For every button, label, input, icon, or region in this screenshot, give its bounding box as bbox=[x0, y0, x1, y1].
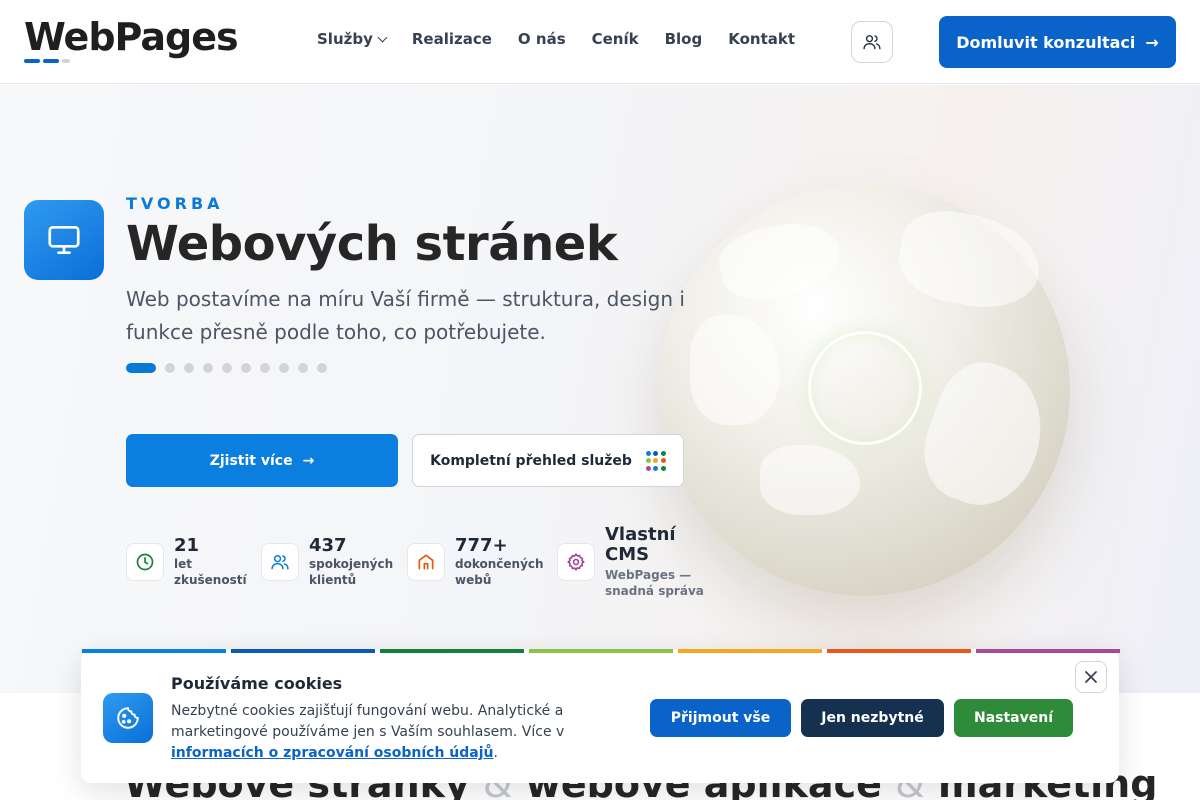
stat-label: snadná správa bbox=[605, 584, 704, 598]
stat-value: 21 bbox=[174, 535, 200, 556]
slider-dot[interactable] bbox=[279, 363, 289, 373]
slider-dot[interactable] bbox=[165, 363, 175, 373]
nav-item-cenik[interactable]: Ceník bbox=[592, 30, 639, 48]
hero-lead: Web postavíme na míru Vaší firmě — struk… bbox=[126, 287, 685, 344]
hero-service-icon bbox=[24, 200, 104, 280]
arrow-right-icon: → bbox=[1145, 32, 1159, 52]
gear-icon bbox=[567, 553, 585, 571]
book-consultation-button[interactable]: Domluvit konzultaci → bbox=[939, 16, 1176, 68]
stat-clients: 437 spokojených klientů bbox=[261, 525, 407, 599]
learn-more-label: Zjistit více bbox=[209, 452, 293, 469]
slider-dot[interactable] bbox=[184, 363, 194, 373]
main-nav: Služby Realizace O nás Ceník Blog Kontak… bbox=[317, 30, 795, 48]
close-button[interactable] bbox=[1075, 661, 1107, 693]
globe-glow-ring bbox=[808, 331, 922, 445]
stat-label: spokojených bbox=[309, 557, 394, 571]
home-icon bbox=[418, 554, 434, 570]
hero-eyebrow: TVORBA bbox=[126, 194, 224, 213]
slider-dot[interactable] bbox=[317, 363, 327, 373]
slider-dot[interactable] bbox=[241, 363, 251, 373]
logo-text: WebPages bbox=[24, 15, 239, 59]
cookie-title: Používáme cookies bbox=[171, 674, 343, 693]
stat-years: 21 let zkušeností bbox=[126, 525, 261, 599]
cookie-banner: Používáme cookies Nezbytné cookies zajiš… bbox=[81, 649, 1119, 783]
nav-item-blog[interactable]: Blog bbox=[665, 30, 703, 48]
accept-all-button[interactable]: Přijmout vše bbox=[650, 699, 791, 737]
users-icon bbox=[863, 35, 881, 50]
clock-icon bbox=[136, 553, 154, 571]
hero-stats: 21 let zkušeností 437 spokojených klient… bbox=[126, 525, 717, 599]
users-icon bbox=[271, 555, 289, 570]
stat-value: Vlastní CMS bbox=[605, 524, 676, 565]
grid-dots-icon bbox=[645, 450, 666, 471]
stat-value: 437 bbox=[309, 535, 347, 556]
services-overview-button[interactable]: Kompletní přehled služeb bbox=[412, 434, 684, 487]
hero-title: Webových stránek bbox=[126, 216, 618, 272]
necessary-only-button[interactable]: Jen nezbytné bbox=[801, 699, 944, 737]
slider-dot[interactable] bbox=[260, 363, 270, 373]
slider-dot[interactable] bbox=[222, 363, 232, 373]
monitor-icon bbox=[48, 225, 80, 255]
client-login-button[interactable] bbox=[851, 21, 893, 63]
arrow-right-icon: → bbox=[302, 452, 315, 469]
stat-label: zkušeností bbox=[174, 573, 247, 587]
services-overview-label: Kompletní přehled služeb bbox=[430, 452, 632, 469]
nav-item-realizace[interactable]: Realizace bbox=[412, 30, 492, 48]
cta-label: Domluvit konzultaci bbox=[956, 32, 1136, 52]
nav-item-sluzby[interactable]: Služby bbox=[317, 30, 388, 48]
stat-label: klientů bbox=[309, 573, 357, 587]
cookie-text: Nezbytné cookies zajišťují fungování web… bbox=[171, 703, 565, 761]
close-icon bbox=[1085, 671, 1097, 683]
cookie-settings-button[interactable]: Nastavení bbox=[954, 699, 1073, 737]
nav-item-o-nas[interactable]: O nás bbox=[518, 30, 566, 48]
logo[interactable]: WebPages bbox=[24, 15, 239, 63]
privacy-policy-link[interactable]: informacích o zpracování osobních údajů bbox=[171, 745, 494, 761]
stat-label: dokončených bbox=[455, 557, 544, 571]
stat-label: WebPages — bbox=[605, 568, 692, 582]
chevron-down-icon bbox=[377, 32, 388, 42]
hero-section: TVORBA Webových stránek Web postavíme na… bbox=[0, 85, 1200, 693]
cookie-icon bbox=[117, 707, 139, 729]
site-header: WebPages Služby Realizace O nás Ceník Bl… bbox=[0, 0, 1200, 84]
learn-more-button[interactable]: Zjistit více → bbox=[126, 434, 398, 487]
slider-dot[interactable] bbox=[203, 363, 213, 373]
slider-dot[interactable] bbox=[298, 363, 308, 373]
nav-item-kontakt[interactable]: Kontakt bbox=[728, 30, 795, 48]
color-strip bbox=[82, 649, 1120, 653]
stat-websites: 777+ dokončených webů bbox=[407, 525, 557, 599]
logo-bars bbox=[24, 59, 238, 63]
stat-label: webů bbox=[455, 573, 492, 587]
stat-cms: Vlastní CMS WebPages — snadná správa bbox=[557, 525, 717, 599]
slider-dot[interactable] bbox=[126, 363, 156, 373]
stat-label: let bbox=[174, 557, 192, 571]
stat-value: 777+ bbox=[455, 535, 508, 556]
slider-pagination bbox=[126, 363, 327, 373]
cookie-badge bbox=[103, 693, 153, 743]
